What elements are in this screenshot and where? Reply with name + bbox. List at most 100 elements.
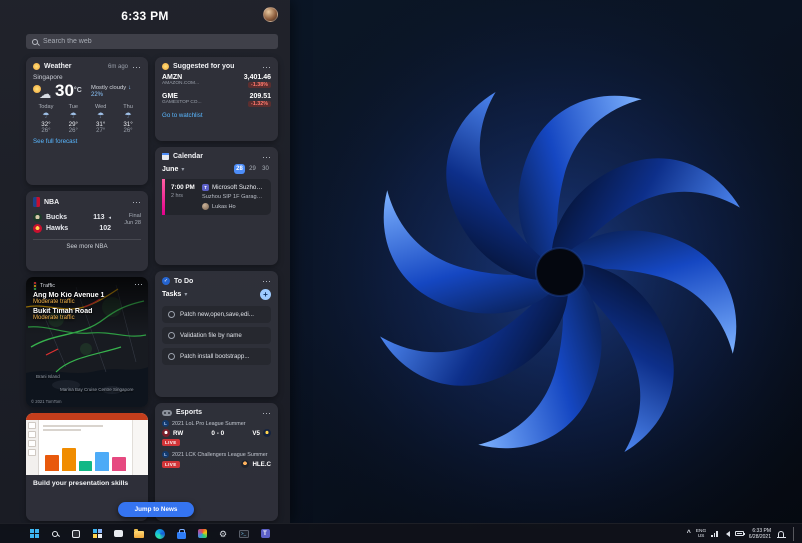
stock-change-badge: -1.32% <box>247 101 271 107</box>
chevron-down-icon: ▾ <box>181 166 185 173</box>
more-options-icon[interactable]: ⋯ <box>262 152 271 161</box>
nba-widget[interactable]: NBA ⋯ Bucks 113 ◂ Hawks 102 Final Jun 28… <box>26 191 148 271</box>
traffic-widget[interactable]: ⋯ Traffic Ang Mo Kio Avenue 1 Moderate t… <box>26 277 148 407</box>
widgets-button[interactable] <box>89 526 105 542</box>
task-item[interactable]: Validation file by name <box>162 327 271 344</box>
panel-clock: 6:33 PM <box>121 9 169 23</box>
live-badge: LIVE <box>162 439 180 446</box>
league-row: L 2021 LoL Pro League Summer <box>162 420 271 427</box>
forecast-day: Today ☂ 32° 26° <box>33 104 59 134</box>
add-task-button[interactable]: + <box>260 289 271 300</box>
match-row[interactable]: LIVE HLE.C <box>162 460 271 468</box>
task-radio[interactable] <box>168 311 175 318</box>
team-logo-icon <box>162 429 170 437</box>
stock-row[interactable]: GME GAMESTOP CO... 209.51 -1.32% <box>162 93 271 107</box>
game-status: Final Jun 28 <box>124 213 141 226</box>
weather-widget[interactable]: Weather 6m ago ⋯ Singapore ☁ 30°C Mostly… <box>26 57 148 185</box>
tray-clock[interactable]: 6:33 PM 6/28/2021 <box>749 528 771 540</box>
desktop: 6:33 PM Weather 6m ago ⋯ Singapore <box>0 0 802 543</box>
user-avatar[interactable] <box>263 7 278 22</box>
task-radio[interactable] <box>168 332 175 339</box>
weather-updated: 6m ago <box>107 63 128 70</box>
hawks-logo-icon <box>33 224 42 233</box>
slide-chart <box>45 445 126 471</box>
settings-button[interactable]: ⚙ <box>215 526 231 542</box>
todo-check-icon: ✓ <box>162 277 170 285</box>
road-name: Bukit Timah Road <box>33 308 93 315</box>
more-options-icon[interactable]: ⋯ <box>134 280 143 289</box>
task-view-button[interactable] <box>68 526 84 542</box>
bucks-logo-icon <box>33 213 42 222</box>
terminal-button[interactable]: >_ <box>236 526 252 542</box>
more-options-icon[interactable]: ⋯ <box>262 277 271 286</box>
more-options-icon[interactable]: ⋯ <box>262 62 271 71</box>
task-list-selector[interactable]: Tasks <box>162 291 181 298</box>
weather-condition: Mostly cloudy <box>91 85 127 91</box>
rain-icon: ☂ <box>124 111 132 120</box>
chat-button[interactable] <box>110 526 126 542</box>
go-to-watchlist-link[interactable]: Go to watchlist <box>162 112 271 119</box>
start-button[interactable] <box>26 526 42 542</box>
match-row[interactable]: RW 0 - 0 V5 <box>162 429 271 437</box>
calendar-event[interactable]: 7:00 PM 2 hrs T Microsoft Suzhou Toa... … <box>162 179 271 215</box>
stocks-widget[interactable]: Suggested for you ⋯ AMZN AMAZON.COM... 3… <box>155 57 278 141</box>
road-status: Moderate traffic <box>33 299 75 305</box>
map-copyright: © 2021 TomTom <box>31 399 62 404</box>
widgets-grid: Weather 6m ago ⋯ Singapore ☁ 30°C Mostly… <box>26 57 278 521</box>
battery-icon[interactable] <box>734 531 745 536</box>
calendar-title: Calendar <box>173 153 203 160</box>
see-full-forecast-link[interactable]: See full forecast <box>33 138 141 145</box>
show-desktop-button[interactable] <box>793 526 796 541</box>
photos-button[interactable] <box>194 526 210 542</box>
attendee-avatar <box>202 203 209 210</box>
nba-logo-icon <box>33 197 40 207</box>
map-label: Marina Bay Cruise Centre Singapore <box>60 387 134 392</box>
design-pane <box>132 420 148 475</box>
todo-widget[interactable]: ✓ To Do ⋯ Tasks ▾ + Patch new,open,save,… <box>155 271 278 397</box>
calendar-day[interactable]: 30 <box>260 164 271 174</box>
more-options-icon[interactable]: ⋯ <box>132 62 141 71</box>
network-icon[interactable] <box>711 530 718 537</box>
volume-icon[interactable] <box>723 530 730 537</box>
taskbar-search-button[interactable] <box>47 526 63 542</box>
search-input[interactable] <box>43 38 272 45</box>
presentation-titlebar <box>26 413 148 420</box>
more-options-icon[interactable]: ⋯ <box>132 198 141 207</box>
forecast-day: Wed ☂ 31° 27° <box>88 104 114 134</box>
teams-button[interactable]: T <box>257 526 273 542</box>
language-indicator[interactable]: ENG US <box>696 529 706 539</box>
team-logo-icon <box>263 429 271 437</box>
tray-overflow-button[interactable]: ^ <box>687 530 691 537</box>
live-badge: LIVE <box>162 460 180 468</box>
slide-thumbnails <box>26 420 39 475</box>
edge-button[interactable] <box>152 526 168 542</box>
search-bar[interactable] <box>26 34 278 49</box>
task-radio[interactable] <box>168 353 175 360</box>
calendar-day-selected[interactable]: 28 <box>234 164 245 174</box>
terminal-icon: >_ <box>239 529 249 538</box>
rain-icon: ☂ <box>42 111 50 120</box>
file-explorer-button[interactable] <box>131 526 147 542</box>
calendar-month[interactable]: June <box>162 166 178 173</box>
team-row: Bucks 113 ◂ <box>33 213 111 222</box>
store-button[interactable] <box>173 526 189 542</box>
store-bag-icon <box>176 528 186 539</box>
forecast-row: Today ☂ 32° 26° Tue ☂ 29° 26° Wed ☂ 31° … <box>33 104 141 134</box>
task-item[interactable]: Patch install bootstrapp... <box>162 348 271 365</box>
calendar-day[interactable]: 29 <box>247 164 258 174</box>
tips-title: Build your presentation skills <box>33 480 129 487</box>
task-item[interactable]: Patch new,open,save,edi... <box>162 306 271 323</box>
team-logo-icon <box>241 460 250 468</box>
jump-to-news-button[interactable]: Jump to News <box>118 502 194 517</box>
league-icon: L <box>162 420 169 427</box>
task-view-icon <box>72 529 80 538</box>
arrow-down-icon: ↓ <box>128 85 132 91</box>
notifications-bell-icon[interactable] <box>777 530 786 538</box>
stock-row[interactable]: AMZN AMAZON.COM... 3,401.46 -1.38% <box>162 74 271 88</box>
calendar-widget[interactable]: Calendar ⋯ June ▾ 28 29 30 7:00 PM 2 hrs… <box>155 147 278 265</box>
widgets-panel: 6:33 PM Weather 6m ago ⋯ Singapore <box>0 0 290 523</box>
league-icon: L <box>162 451 169 458</box>
see-more-nba-link[interactable]: See more NBA <box>33 243 141 250</box>
photos-icon <box>197 529 207 538</box>
more-options-icon[interactable]: ⋯ <box>262 408 271 417</box>
